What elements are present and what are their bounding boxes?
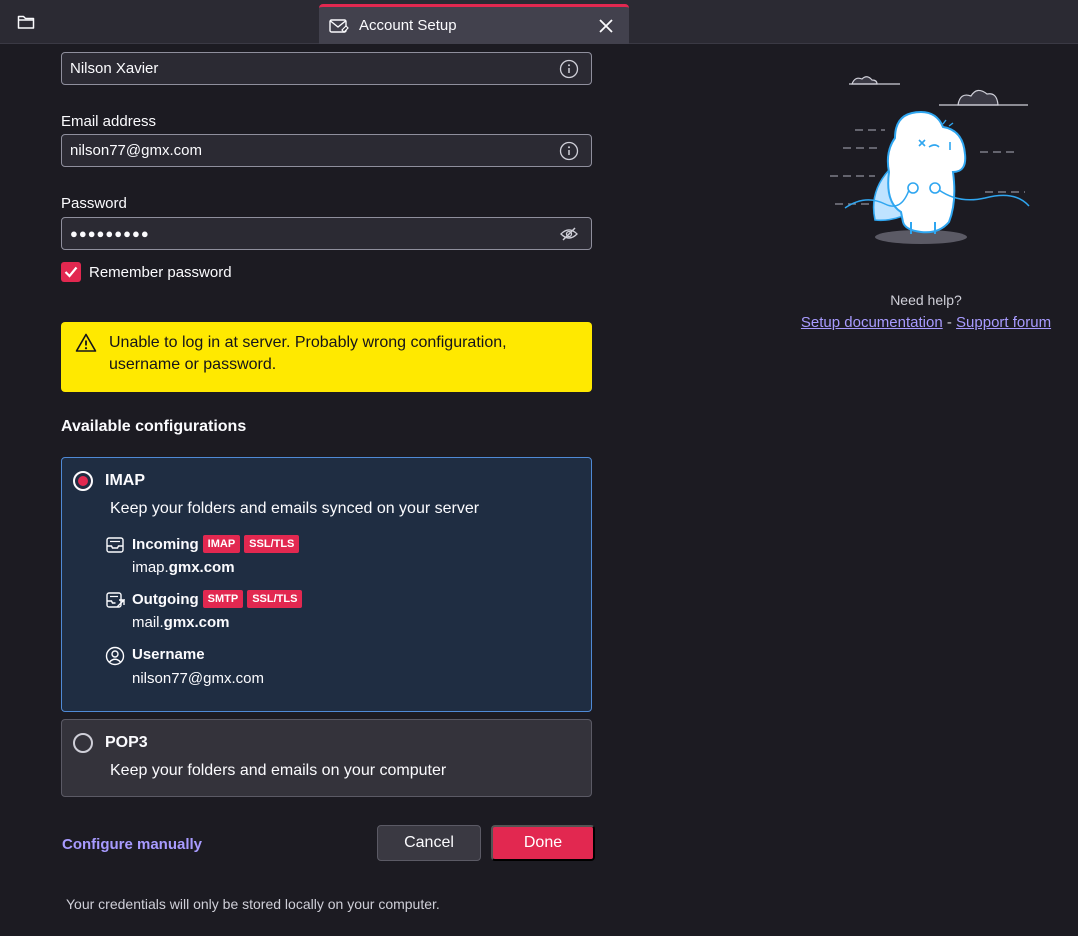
mascot-illustration xyxy=(830,76,1030,244)
outgoing-label: Outgoing xyxy=(132,590,199,608)
need-help-title: Need help? xyxy=(890,292,962,308)
tab-bar: Account Setup xyxy=(0,0,1078,44)
info-icon xyxy=(559,141,579,161)
password-input[interactable]: ●●●●●●●●● xyxy=(61,217,592,250)
incoming-security-badge: SSL/TLS xyxy=(244,535,300,553)
incoming-host: imap.gmx.com xyxy=(132,559,235,576)
help-separator: - xyxy=(942,314,957,331)
mail-setup-icon xyxy=(329,15,351,37)
outgoing-host: mail.gmx.com xyxy=(132,614,230,631)
full-name-info-button[interactable] xyxy=(559,59,579,79)
remember-password[interactable]: Remember password xyxy=(61,262,232,282)
imap-description: Keep your folders and emails synced on y… xyxy=(110,500,480,517)
inbox-icon xyxy=(106,537,124,553)
cancel-button[interactable]: Cancel xyxy=(377,825,481,861)
outgoing-protocol-badge: SMTP xyxy=(202,590,244,608)
folder-icon xyxy=(17,15,35,29)
config-option-pop3[interactable]: POP3 Keep your folders and emails on you… xyxy=(61,719,592,797)
email-input[interactable]: nilson77@gmx.com xyxy=(61,134,592,167)
incoming-protocol-badge: IMAP xyxy=(202,535,241,553)
done-button[interactable]: Done xyxy=(491,825,595,861)
pop3-description: Keep your folders and emails on your com… xyxy=(110,762,447,779)
help-links: Setup documentation - Support forum xyxy=(800,314,1052,331)
pop3-radio[interactable] xyxy=(73,733,93,753)
email-info-button[interactable] xyxy=(559,141,579,161)
username-value: nilson77@gmx.com xyxy=(132,670,264,687)
incoming-label: Incoming xyxy=(132,535,199,553)
checkmark-icon xyxy=(64,266,78,278)
available-configurations-title: Available configurations xyxy=(61,418,247,435)
username-label: Username xyxy=(132,646,205,663)
full-name-value: Nilson Xavier xyxy=(70,60,159,77)
outgoing-security-badge: SSL/TLS xyxy=(247,590,303,608)
warning-icon xyxy=(75,333,97,352)
email-label: Email address xyxy=(61,113,157,130)
support-forum-link[interactable]: Support forum xyxy=(956,314,1051,331)
folder-button[interactable] xyxy=(8,8,44,36)
info-icon xyxy=(559,59,579,79)
config-option-imap[interactable]: IMAP Keep your folders and emails synced… xyxy=(61,457,592,712)
remember-password-checkbox[interactable] xyxy=(61,262,81,282)
login-error-notification: Unable to log in at server. Probably wro… xyxy=(61,322,592,392)
toggle-password-button[interactable] xyxy=(559,224,579,244)
password-label: Password xyxy=(61,195,127,212)
full-name-input[interactable]: Nilson Xavier xyxy=(61,52,592,85)
credentials-footnote: Your credentials will only be stored loc… xyxy=(66,896,440,912)
imap-radio[interactable] xyxy=(73,471,93,491)
setup-documentation-link[interactable]: Setup documentation xyxy=(801,314,943,331)
configure-manually-link[interactable]: Configure manually xyxy=(62,836,202,853)
tab-title: Account Setup xyxy=(359,17,457,34)
email-value: nilson77@gmx.com xyxy=(70,142,202,159)
close-icon xyxy=(599,19,613,33)
tab-account-setup[interactable]: Account Setup xyxy=(319,4,629,44)
pop3-name: POP3 xyxy=(105,734,148,751)
close-tab-button[interactable] xyxy=(593,13,619,39)
outbox-icon xyxy=(106,592,125,608)
eye-slash-icon xyxy=(560,227,578,241)
user-icon xyxy=(105,646,125,666)
imap-name: IMAP xyxy=(105,472,145,489)
warning-text: Unable to log in at server. Probably wro… xyxy=(109,334,507,373)
remember-password-label: Remember password xyxy=(89,263,232,281)
password-value: ●●●●●●●●● xyxy=(70,226,150,241)
